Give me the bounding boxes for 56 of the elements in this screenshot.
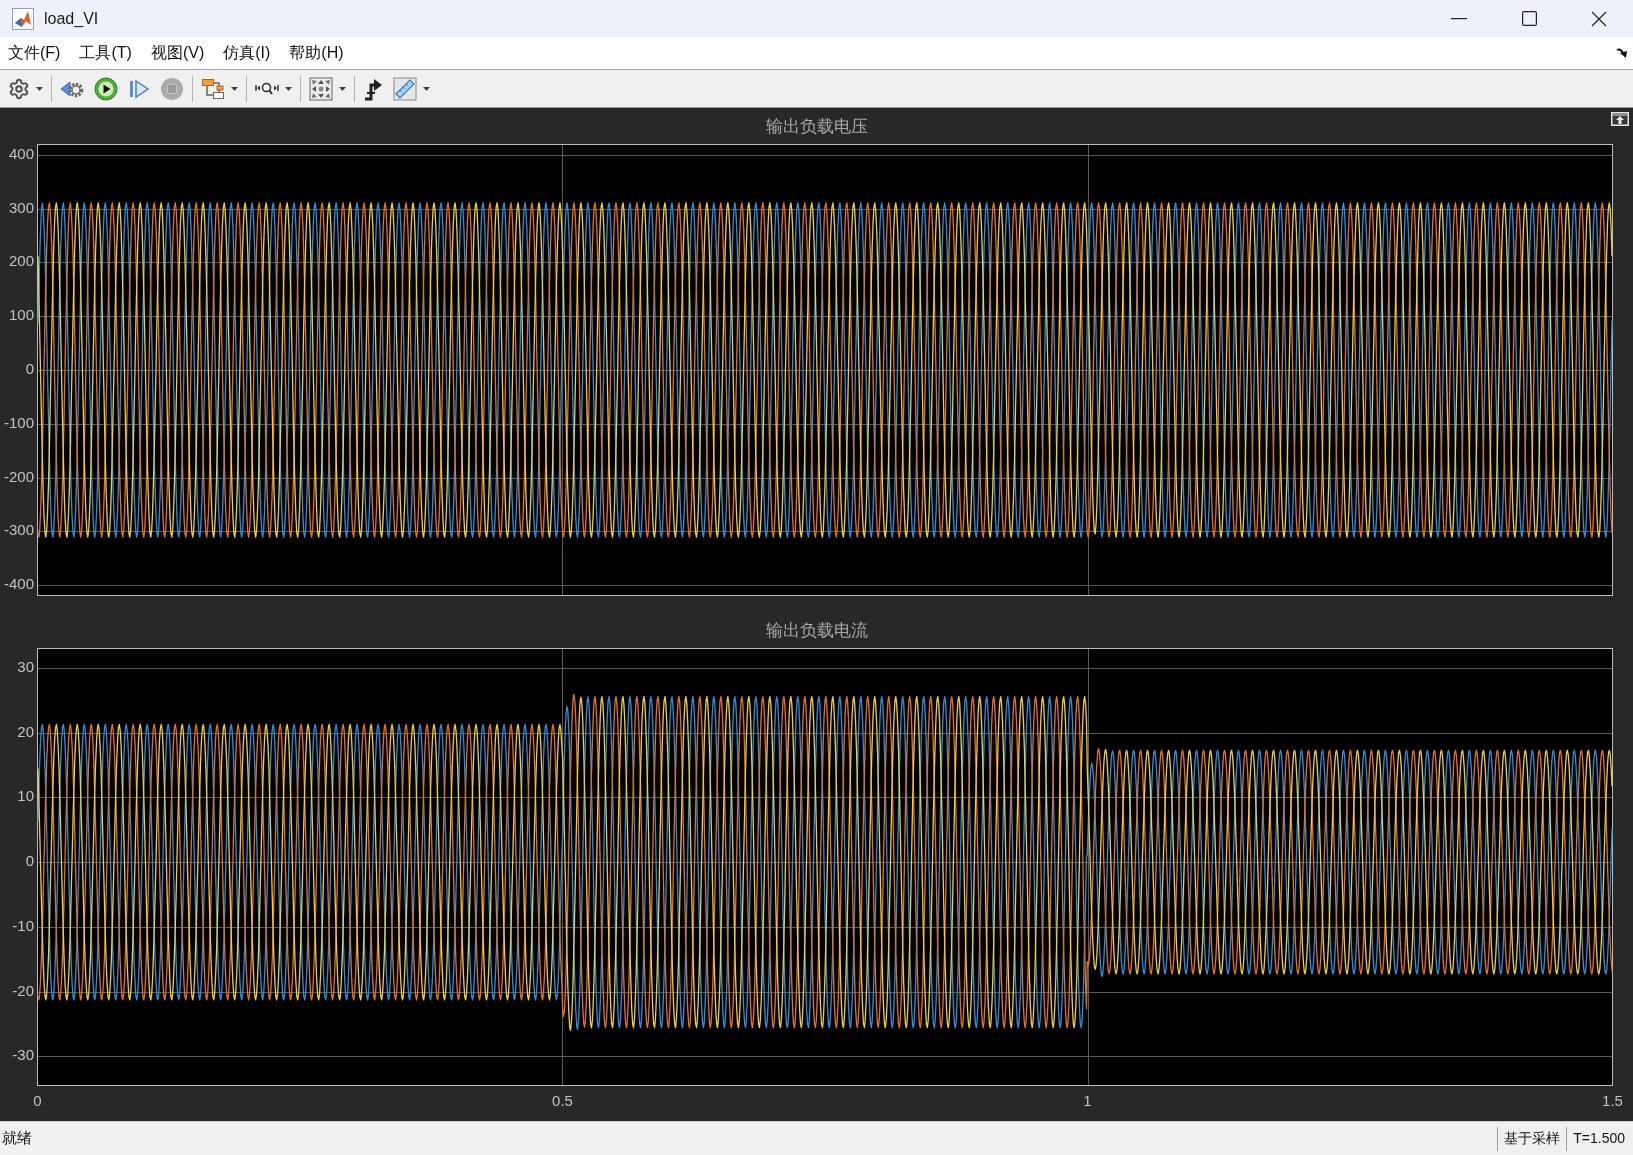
gear-icon <box>8 77 30 100</box>
signal-hierarchy-button[interactable] <box>201 76 238 101</box>
x-tick-label: 1.5 <box>1602 1091 1623 1109</box>
y-tick-label: -30 <box>12 1046 34 1064</box>
y-tick-label: 200 <box>8 252 34 270</box>
close-icon <box>1591 10 1607 27</box>
expand-arrows-icon <box>309 76 333 101</box>
plot-title: 输出负载电流 <box>765 621 868 641</box>
y-tick-label: 400 <box>8 144 34 162</box>
ruler-icon <box>393 76 417 101</box>
settings-button[interactable] <box>8 77 43 100</box>
y-tick-label: -400 <box>3 575 34 593</box>
menu-item[interactable]: 工具(T) <box>77 43 134 63</box>
y-tick-label: 100 <box>8 306 34 324</box>
step-forward-icon <box>128 77 150 100</box>
dock-button[interactable] <box>1615 46 1629 60</box>
play-icon <box>94 76 118 101</box>
status-text: 就绪 <box>2 1128 32 1149</box>
measure-button[interactable] <box>393 76 430 101</box>
sample-mode-label: 基于采样 <box>1503 1129 1562 1148</box>
app-logo-icon <box>12 7 34 30</box>
y-tick-label: -300 <box>3 521 34 539</box>
menu-item[interactable]: 视图(V) <box>148 43 207 63</box>
stop-icon <box>160 76 184 101</box>
y-tick-label: 10 <box>17 787 34 805</box>
close-button[interactable] <box>1591 10 1607 27</box>
step-forward-button[interactable] <box>128 77 150 100</box>
menu-item[interactable]: 文件(F) <box>6 43 63 63</box>
plot-title: 输出负载电压 <box>765 117 868 137</box>
y-tick-label: 0 <box>25 852 34 870</box>
menu-item[interactable]: 仿真(I) <box>221 43 273 63</box>
y-tick-label: 20 <box>17 722 34 740</box>
y-tick-label: -200 <box>3 467 34 485</box>
run-button[interactable] <box>94 76 118 101</box>
x-tick-label: 1 <box>1083 1091 1092 1109</box>
time-readout: T=1.500 <box>1572 1129 1626 1148</box>
y-tick-label: -10 <box>12 916 34 934</box>
curved-arrow-icon <box>1615 47 1629 59</box>
step-arrow-icon <box>363 76 383 101</box>
maximize-button[interactable] <box>1521 10 1537 27</box>
y-tick-label: 0 <box>25 359 34 377</box>
maximize-icon <box>1521 11 1537 26</box>
block-diagram-icon <box>201 76 225 101</box>
y-tick-label: 300 <box>8 198 34 216</box>
y-tick-label: -20 <box>12 981 34 999</box>
minimize-icon <box>1451 17 1467 20</box>
undock-icon <box>1611 112 1629 126</box>
menu-item[interactable]: 帮助(H) <box>287 43 346 63</box>
x-tick-label: 0.5 <box>552 1091 573 1109</box>
undock-button[interactable] <box>1611 112 1629 126</box>
y-tick-label: -100 <box>3 413 34 431</box>
fit-button[interactable] <box>309 76 346 101</box>
trigger-button[interactable] <box>363 76 383 101</box>
window-title: load_VI <box>44 8 99 29</box>
y-tick-label: 30 <box>17 658 34 675</box>
x-tick-label: 0 <box>33 1091 42 1109</box>
